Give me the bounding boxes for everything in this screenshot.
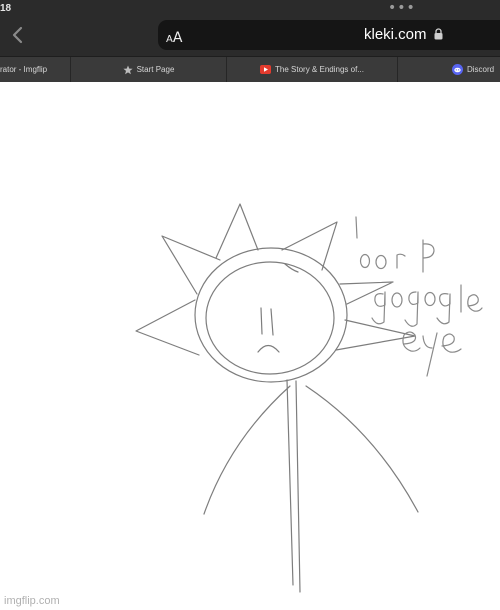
spike-top-right (281, 221, 338, 271)
tab-start-page[interactable]: Start Page (71, 57, 227, 82)
body-line-right (295, 380, 301, 593)
status-time: 18 (0, 3, 12, 14)
lock-icon (434, 28, 443, 40)
tab-bar: rator - Imgflip Start Page The Story & E… (0, 56, 500, 82)
handwriting-line-2: oorp (360, 269, 362, 271)
sketch-drawing: I oorp google eye (135, 203, 483, 593)
spike-left-lower (135, 299, 200, 356)
eye-left (260, 307, 263, 335)
tab-imgflip[interactable]: rator - Imgflip (0, 57, 71, 82)
frown-mouth (257, 344, 280, 353)
drawing-canvas[interactable]: I oorp google eye (0, 82, 500, 610)
star-icon (122, 65, 133, 75)
discord-icon (452, 64, 463, 75)
url-text: kleki.com (364, 26, 427, 43)
handwriting-line-1: I (355, 237, 356, 239)
head-inner-circle (205, 261, 335, 375)
arm-right (305, 385, 419, 513)
back-button[interactable] (6, 22, 28, 48)
youtube-icon (260, 65, 272, 74)
handwriting-line-3: google (372, 309, 375, 311)
handwriting-strokes (355, 216, 483, 377)
reader-large-a: A (172, 30, 183, 46)
tab-label: Discord (467, 65, 495, 74)
tab-story-endings[interactable]: The Story & Endings of... (227, 57, 398, 82)
spike-right-lower (335, 319, 416, 351)
browser-toolbar: 18 ••• AA kleki.com (0, 0, 500, 56)
arm-left (203, 385, 291, 515)
reader-small-a: A (166, 34, 173, 45)
tab-label: Start Page (136, 65, 175, 74)
body-line-left (286, 379, 294, 586)
tab-discord[interactable]: Discord (398, 57, 500, 82)
more-dots-icon[interactable]: ••• (388, 0, 416, 16)
tab-label: rator - Imgflip (0, 65, 48, 74)
chevron-left-icon (12, 26, 23, 44)
imgflip-watermark: imgflip.com (4, 595, 60, 607)
handwriting-line-4: eye (402, 351, 404, 353)
reader-mode-button[interactable]: AA (166, 27, 182, 46)
spike-left-upper (161, 235, 221, 295)
tab-label: The Story & Endings of... (275, 65, 364, 74)
address-bar[interactable]: AA kleki.com (158, 20, 500, 50)
eye-right (270, 308, 274, 336)
